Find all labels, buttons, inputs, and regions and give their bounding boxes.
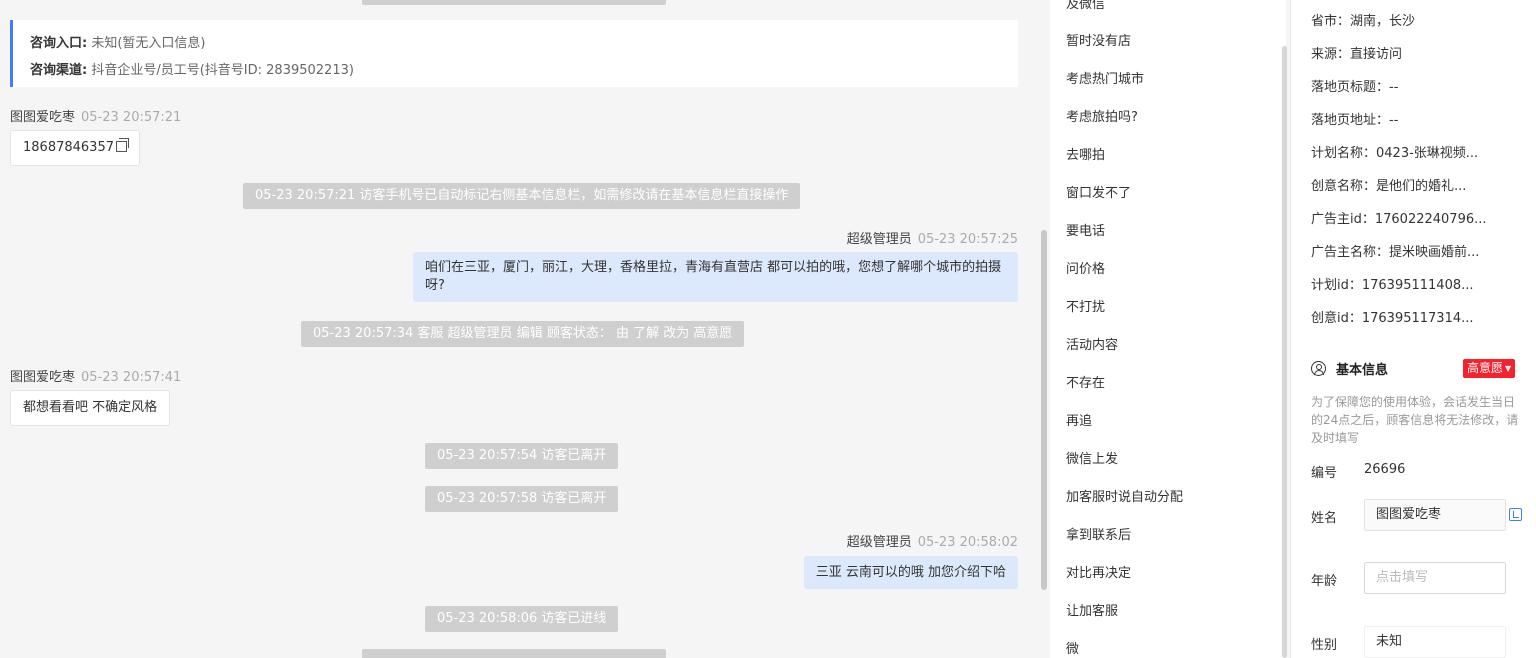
quick-reply-item[interactable]: 问价格 <box>1066 258 1105 277</box>
info-advertiser-id: 广告主id：176022240796... <box>1311 212 1487 227</box>
system-message-clipped <box>362 0 666 5</box>
quick-reply-item[interactable]: 微信上发 <box>1066 448 1118 467</box>
info-landing-url: 落地页地址：-- <box>1311 113 1399 128</box>
consult-entry-label: 咨询入口: <box>30 36 88 51</box>
system-message: 05-23 20:57:34 客服 超级管理员 编辑 顾客状态： 由 了解 改为… <box>301 321 745 347</box>
info-plan-id: 计划id：176395111408... <box>1311 278 1474 293</box>
quick-reply-item[interactable]: 考虑热门城市 <box>1066 68 1144 87</box>
consult-info-card: 咨询入口: 未知(暂无入口信息) 咨询渠道: 抖音企业号/员工号(抖音号ID: … <box>10 20 1018 87</box>
consult-channel-label: 咨询渠道: <box>30 63 88 78</box>
message-meta: 超级管理员 05-23 20:57:25 <box>847 228 1018 247</box>
info-source: 来源：直接访问 <box>1311 47 1403 62</box>
system-message: 05-23 20:57:21 访客手机号已自动标记右侧基本信息栏，如需修改请在基… <box>243 183 801 209</box>
info-creative-id: 创意id：176395117314... <box>1311 311 1474 326</box>
info-province-city: 省市：湖南，长沙 <box>1311 14 1416 29</box>
sender-name: 图图爱吃枣 <box>10 110 76 125</box>
consult-entry-value: 未知(暂无入口信息) <box>91 36 206 51</box>
phone-number: 18687846357 <box>23 140 114 155</box>
visitor-info-panel: 省市：湖南，长沙 来源：直接访问 落地页标题：-- 落地页地址：-- 计划名称：… <box>1290 0 1536 658</box>
sender-name: 图图爱吃枣 <box>10 370 76 385</box>
basic-info-title-text: 基本信息 <box>1336 363 1389 378</box>
message-meta: 图图爱吃枣 05-23 20:57:41 <box>10 366 181 385</box>
copy-icon[interactable] <box>115 138 129 152</box>
quick-reply-item[interactable]: 活动内容 <box>1066 334 1118 353</box>
consult-channel-row: 咨询渠道: 抖音企业号/员工号(抖音号ID: 2839502213) <box>30 57 1001 84</box>
gender-select[interactable]: 未知 <box>1364 626 1506 658</box>
quick-reply-item[interactable]: 及微信 <box>1066 0 1105 12</box>
quick-reply-list: 及微信 暂时没有店 考虑热门城市 考虑旅拍吗? 去哪拍 窗口发不了 要电话 问价… <box>1050 0 1286 658</box>
quick-reply-item[interactable]: 微 <box>1066 638 1079 657</box>
quick-reply-item[interactable]: 让加客服 <box>1066 600 1118 619</box>
quick-reply-item[interactable]: 考虑旅拍吗? <box>1066 106 1138 125</box>
message-bubble-visitor: 都想看看吧 不确定风格 <box>10 390 171 426</box>
message-time: 05-23 20:58:02 <box>917 535 1018 550</box>
system-message: 05-23 20:57:58 访客已离开 <box>425 486 619 512</box>
message-time: 05-23 20:57:21 <box>81 110 182 125</box>
system-message: 05-23 20:58:06 访客已进线 <box>425 606 619 632</box>
info-landing-title: 落地页标题：-- <box>1311 80 1399 95</box>
chat-scrollbar[interactable] <box>1041 230 1047 590</box>
quick-reply-item[interactable]: 不打扰 <box>1066 296 1105 315</box>
message-bubble-agent: 三亚 云南可以的哦 加您介绍下哈 <box>803 556 1018 589</box>
info-advertiser-name: 广告主名称：提米映画婚前... <box>1311 245 1480 260</box>
caret-down-icon: ▼ <box>1505 364 1512 373</box>
id-label: 编号 <box>1311 466 1338 481</box>
chat-panel: 咨询入口: 未知(暂无入口信息) 咨询渠道: 抖音企业号/员工号(抖音号ID: … <box>0 0 1036 658</box>
message-meta: 图图爱吃枣 05-23 20:57:21 <box>10 106 181 125</box>
quick-reply-item[interactable]: 要电话 <box>1066 220 1105 239</box>
sender-name: 超级管理员 <box>846 535 912 550</box>
quick-reply-item[interactable]: 暂时没有店 <box>1066 30 1131 49</box>
age-input[interactable]: 点击填写 <box>1364 562 1506 594</box>
message-meta: 超级管理员 05-23 20:58:02 <box>847 531 1018 550</box>
system-message-clipped <box>362 649 666 658</box>
quick-reply-item[interactable]: 再追 <box>1066 410 1092 429</box>
quick-reply-item[interactable]: 拿到联系后 <box>1066 524 1131 543</box>
message-bubble-agent: 咱们在三亚，厦门，丽江，大理，香格里拉，青海有直营店 都可以拍的哦，您想了解哪个… <box>413 252 1018 302</box>
info-creative-name: 创意名称：是他们的婚礼... <box>1311 179 1467 194</box>
id-value: 26696 <box>1364 462 1406 477</box>
consult-channel-value: 抖音企业号/员工号(抖音号ID: 2839502213) <box>91 63 354 78</box>
basic-info-title: 基本信息 <box>1311 359 1388 378</box>
name-field[interactable]: 图图爱吃枣 <box>1364 499 1506 531</box>
quick-reply-item[interactable]: 对比再决定 <box>1066 562 1131 581</box>
message-bubble-visitor: 18687846357 <box>10 130 140 166</box>
quick-reply-item[interactable]: 加客服时说自动分配 <box>1066 486 1183 505</box>
edit-icon[interactable] <box>1509 508 1522 521</box>
message-time: 05-23 20:57:41 <box>81 370 182 385</box>
edit-deadline-note: 为了保障您的使用体验，会话发生当日的24点之后，顾客信息将无法修改，请及时填写 <box>1311 395 1519 445</box>
system-message: 05-23 20:57:54 访客已离开 <box>425 443 619 469</box>
age-label: 年龄 <box>1311 574 1338 589</box>
quick-reply-item[interactable]: 不存在 <box>1066 372 1105 391</box>
quick-reply-scrollbar[interactable] <box>1282 46 1287 658</box>
gender-label: 性别 <box>1311 638 1338 653</box>
quick-reply-item[interactable]: 去哪拍 <box>1066 144 1105 163</box>
message-time: 05-23 20:57:25 <box>917 232 1018 247</box>
sender-name: 超级管理员 <box>846 232 912 247</box>
status-badge-label: 高意愿 <box>1467 361 1504 375</box>
consult-entry-row: 咨询入口: 未知(暂无入口信息) <box>30 30 1001 57</box>
status-badge[interactable]: 高意愿 ▼ <box>1463 359 1516 378</box>
info-plan-name: 计划名称：0423-张琳视频... <box>1311 146 1479 161</box>
name-label: 姓名 <box>1311 511 1338 526</box>
quick-reply-item[interactable]: 窗口发不了 <box>1066 182 1131 201</box>
user-icon <box>1311 361 1326 376</box>
